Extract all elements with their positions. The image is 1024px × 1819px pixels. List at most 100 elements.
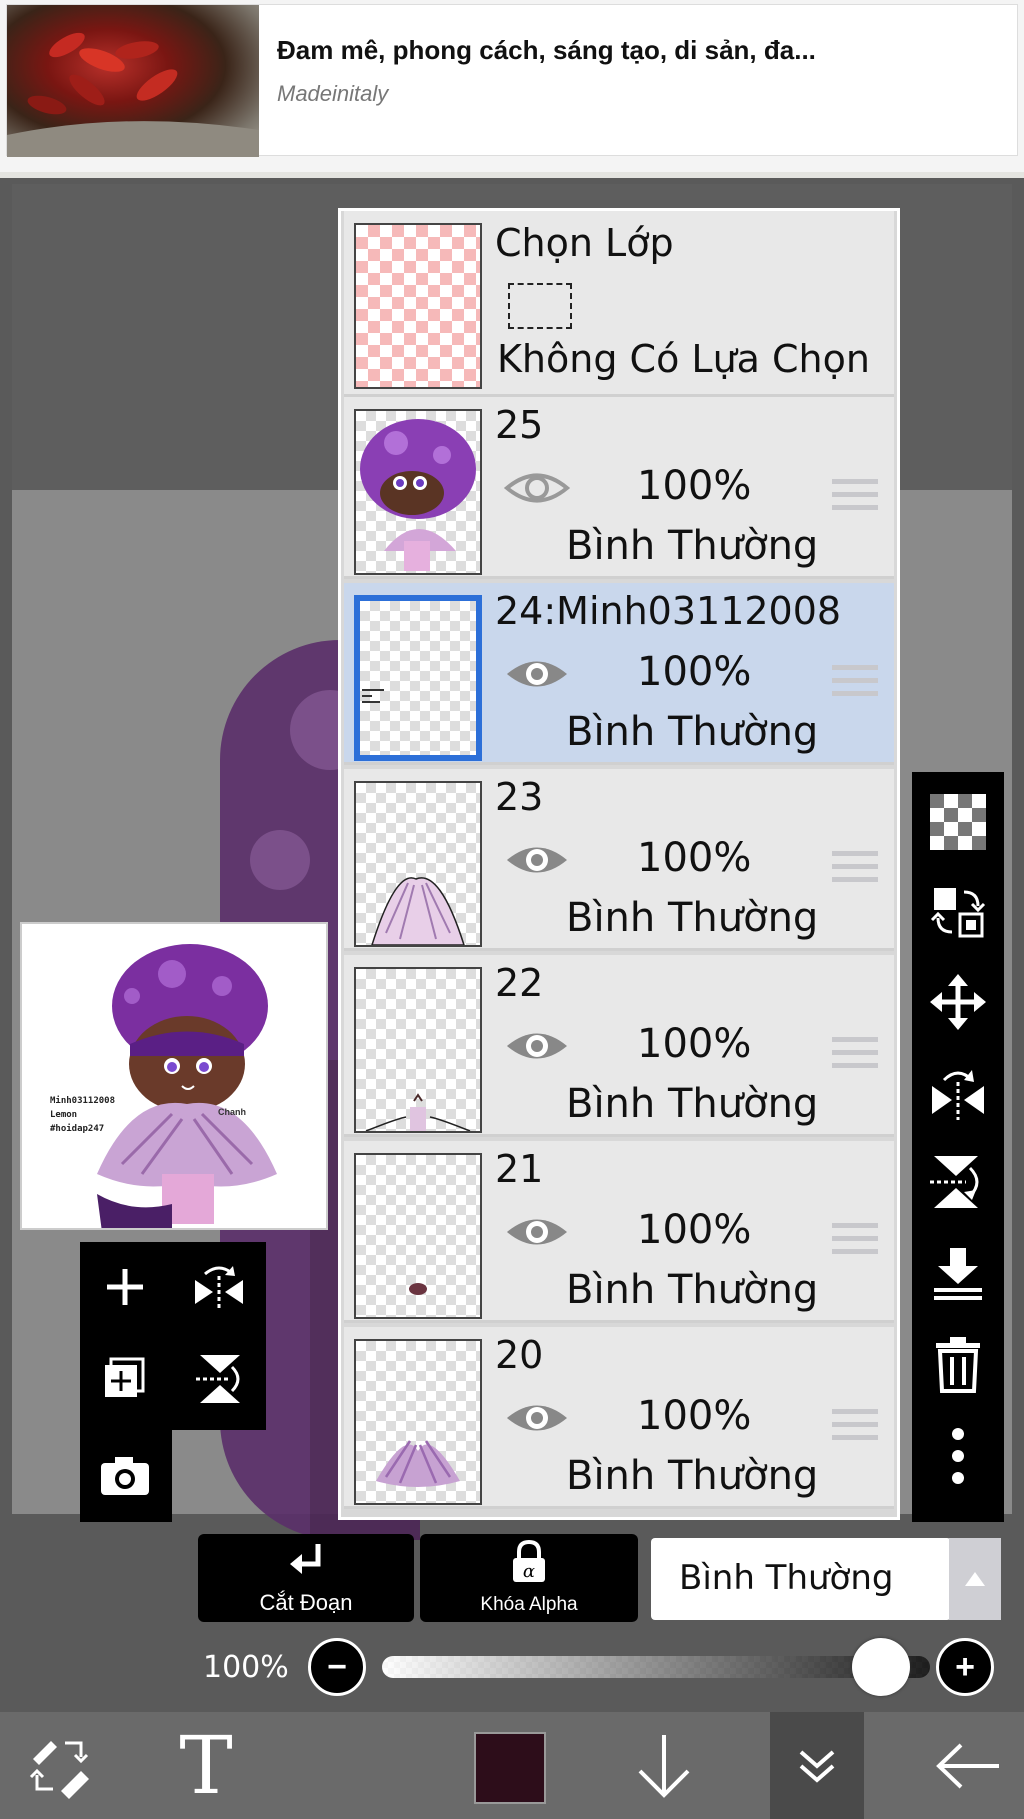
eye-icon[interactable] <box>504 467 570 509</box>
blend-mode-dropdown-button[interactable] <box>949 1538 1001 1620</box>
drag-handle-icon[interactable] <box>832 1223 878 1259</box>
layer-blend-mode: Bình Thường <box>566 1267 819 1313</box>
layer-name[interactable]: 25 <box>495 403 543 447</box>
flip-vertical-button[interactable] <box>922 1146 994 1218</box>
svg-text:α: α <box>523 1561 535 1582</box>
layer-thumbnail <box>354 595 482 761</box>
clipping-label: Cắt Đoạn <box>259 1590 353 1615</box>
eye-icon[interactable] <box>504 839 570 881</box>
flip-horizontal-icon <box>932 1070 984 1120</box>
ad-banner[interactable]: Đam mê, phong cách, sáng tạo, di sản, đa… <box>0 0 1024 178</box>
layer-opacity: 100% <box>637 1207 752 1253</box>
layer-thumbnail <box>354 1339 482 1505</box>
opacity-slider[interactable] <box>382 1656 930 1678</box>
ad-title[interactable]: Đam mê, phong cách, sáng tạo, di sản, đa… <box>277 35 816 66</box>
arrow-down-icon <box>638 1734 690 1798</box>
layer-name[interactable]: 20 <box>495 1333 543 1377</box>
plus-icon: + <box>955 1647 975 1686</box>
selection-marquee-icon <box>508 283 572 329</box>
opacity-slider-knob[interactable] <box>852 1638 910 1696</box>
add-layer-button[interactable] <box>90 1252 160 1322</box>
layer-opacity: 100% <box>637 1021 752 1067</box>
clipping-button[interactable]: Cắt Đoạn <box>198 1534 414 1622</box>
layer-row-22[interactable]: 22 100% Bình Thường <box>344 955 894 1137</box>
layer-tool-palette <box>80 1242 266 1522</box>
eye-icon[interactable] <box>504 653 570 695</box>
layer-name[interactable]: 21 <box>495 1147 543 1191</box>
eye-icon[interactable] <box>504 1211 570 1253</box>
preview-text-line: Minh03112008 <box>50 1096 116 1106</box>
selection-status: Không Có Lựa Chọn <box>497 337 870 381</box>
preview-text: Minh03112008 Lemon #hoidap247 <box>50 1094 115 1136</box>
ad-image[interactable] <box>7 5 259 157</box>
ad-source[interactable]: Madeinitaly <box>277 81 388 107</box>
layer-name[interactable]: 23 <box>495 775 543 819</box>
merge-down-button[interactable] <box>922 1236 994 1308</box>
text-tool-button[interactable]: T <box>160 1712 252 1819</box>
layer-row-20[interactable]: 20 100% Bình Thường <box>344 1327 894 1509</box>
drag-handle-icon[interactable] <box>832 665 878 701</box>
drag-handle-icon[interactable] <box>832 1037 878 1073</box>
move-button[interactable] <box>922 966 994 1038</box>
tool-swap-button[interactable] <box>14 1712 106 1819</box>
tool-swap-icon <box>29 1740 89 1799</box>
drag-handle-icon[interactable] <box>832 851 878 887</box>
layer-down-button[interactable] <box>612 1712 716 1819</box>
camera-button[interactable] <box>90 1440 160 1510</box>
layer-thumbnail <box>354 1153 482 1319</box>
eye-icon[interactable] <box>504 1397 570 1439</box>
drag-handle-icon[interactable] <box>832 1409 878 1445</box>
layer-row-23[interactable]: 23 100% Bình Thường <box>344 769 894 951</box>
plus-icon <box>107 1269 143 1305</box>
preview-signature: Chanh <box>218 1107 246 1117</box>
clipping-arrow-icon <box>290 1544 321 1574</box>
delete-layer-button[interactable] <box>922 1328 994 1400</box>
layer-blend-mode: Bình Thường <box>566 895 819 941</box>
preview-text-line: Lemon <box>50 1110 78 1120</box>
layer-name[interactable]: 22 <box>495 961 543 1005</box>
opacity-decrease-button[interactable]: − <box>308 1638 366 1696</box>
selection-layer-title: Chọn Lớp <box>495 221 674 265</box>
layer-thumbnail <box>354 781 482 947</box>
drag-handle-icon[interactable] <box>832 479 878 515</box>
more-icon <box>952 1428 964 1484</box>
layer-blend-mode: Bình Thường <box>566 1081 819 1127</box>
layers-panel[interactable]: Chọn Lớp Không Có Lựa Chọn 25 100% Bình … <box>338 208 900 1520</box>
selection-layer-row[interactable]: Chọn Lớp Không Có Lựa Chọn <box>344 211 894 397</box>
flip-vertical-icon <box>930 1156 979 1208</box>
flip-vertical-button[interactable] <box>184 1344 254 1414</box>
blend-mode-select[interactable]: Bình Thường <box>651 1538 951 1620</box>
layer-action-toolbar <box>912 772 1004 1522</box>
flip-horizontal-button[interactable] <box>184 1252 254 1322</box>
flip-horizontal-icon <box>195 1266 243 1310</box>
collapse-icon <box>799 1749 835 1783</box>
layer-thumbnail <box>354 409 482 575</box>
eye-icon[interactable] <box>504 1025 570 1067</box>
opacity-increase-button[interactable]: + <box>936 1638 994 1696</box>
collapse-button[interactable] <box>770 1712 864 1819</box>
transparent-fill-icon <box>930 794 986 850</box>
flip-horizontal-button[interactable] <box>922 1056 994 1128</box>
layer-opacity: 100% <box>637 649 752 695</box>
swap-layers-icon <box>930 888 986 938</box>
reference-preview[interactable]: Minh03112008 Lemon #hoidap247 Chanh <box>20 922 328 1230</box>
swap-layers-button[interactable] <box>922 876 994 948</box>
ad-card[interactable]: Đam mê, phong cách, sáng tạo, di sản, đa… <box>6 4 1018 157</box>
duplicate-layer-button[interactable] <box>90 1344 160 1414</box>
lock-icon: α <box>513 1539 545 1582</box>
back-button[interactable] <box>920 1712 1016 1819</box>
more-options-button[interactable] <box>922 1420 994 1492</box>
layer-thumbnail <box>354 967 482 1133</box>
layer-row-25[interactable]: 25 100% Bình Thường <box>344 397 894 579</box>
layer-row-21[interactable]: 21 100% Bình Thường <box>344 1141 894 1323</box>
transparent-fill-button[interactable] <box>922 786 994 858</box>
flip-vertical-icon <box>196 1355 240 1403</box>
layer-name[interactable]: 24:Minh03112008 <box>495 589 841 633</box>
alpha-lock-label: Khóa Alpha <box>480 1594 578 1615</box>
trash-icon <box>936 1337 980 1393</box>
alpha-lock-button[interactable]: α Khóa Alpha <box>420 1534 638 1622</box>
layer-opacity: 100% <box>637 835 752 881</box>
triangle-up-icon <box>965 1572 985 1586</box>
color-swatch[interactable] <box>474 1732 546 1804</box>
layer-row-24[interactable]: 24:Minh03112008 100% Bình Thường <box>344 583 894 765</box>
